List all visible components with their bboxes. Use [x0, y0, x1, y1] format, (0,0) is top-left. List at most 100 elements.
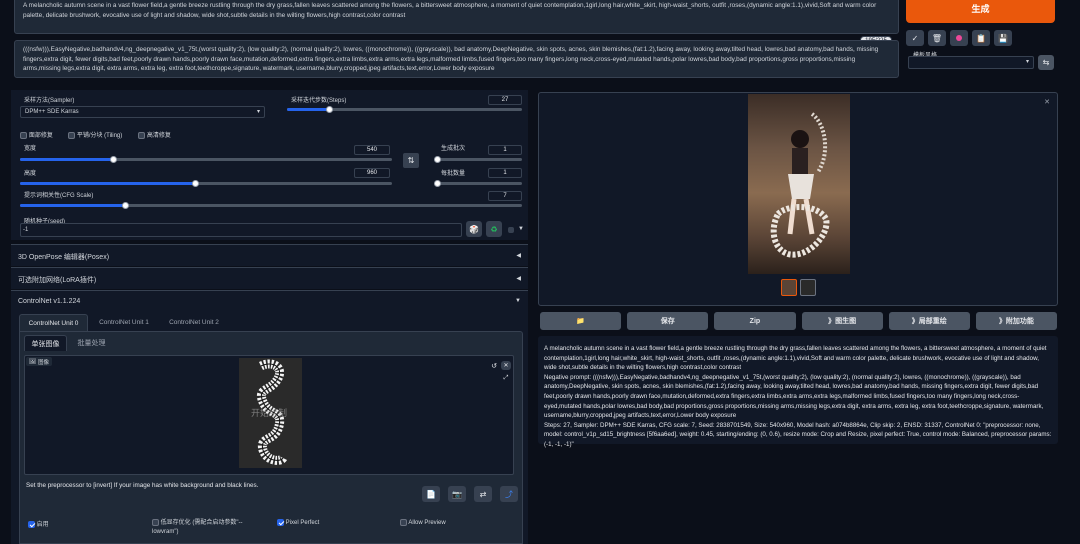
- pink-dot-icon[interactable]: [950, 30, 968, 46]
- face-restore-checkbox[interactable]: 面部修复: [20, 130, 53, 139]
- tab-controlnet-unit-1[interactable]: ControlNet Unit 1: [92, 314, 156, 331]
- tiling-label: 平铺/分块 (Tiling): [76, 133, 123, 139]
- close-icon[interactable]: ✕: [1042, 97, 1052, 107]
- tab-label: ControlNet Unit 1: [99, 319, 149, 326]
- close-icon[interactable]: ✕: [501, 361, 511, 370]
- controlnet-section[interactable]: ControlNet v1.1.224 ▼: [11, 290, 528, 312]
- tab-controlnet-unit-0[interactable]: ControlNet Unit 0: [19, 314, 88, 331]
- cn-tool-buttons: 📄 📷 ⇄ ⤴: [422, 486, 518, 502]
- seed-input[interactable]: -1: [20, 223, 462, 237]
- tab-batch[interactable]: 批量处理: [70, 335, 113, 351]
- cfg-label: 提示词相关性(CFG Scale): [24, 193, 94, 199]
- cfg-input[interactable]: 7: [488, 191, 522, 201]
- figure-drawing: [770, 112, 830, 258]
- generate-label: 生成: [971, 4, 990, 14]
- lora-title: 可选附加网络(LoRA插件): [18, 277, 97, 284]
- negative-prompt-text: (((nsfw))),EasyNegative,badhandv4,ng_dee…: [23, 46, 879, 73]
- style-select[interactable]: ▾: [908, 56, 1034, 69]
- width-slider[interactable]: [20, 156, 392, 163]
- clipboard-icon[interactable]: 📋: [972, 30, 990, 46]
- save-button[interactable]: 保存: [627, 312, 709, 330]
- lowvram-checkbox[interactable]: 低显存优化 (需配合启动参数"--lowvram"): [152, 519, 262, 537]
- image-icon: 🖼: [29, 358, 36, 365]
- steps-label: 采样迭代步数(Steps): [291, 98, 347, 104]
- width-input[interactable]: 540: [354, 145, 390, 155]
- pixel-perfect-checkbox[interactable]: Pixel Perfect: [277, 519, 319, 526]
- batch-count-input[interactable]: 1: [488, 145, 522, 155]
- sampler-value: DPM++ SDE Karras: [25, 109, 79, 115]
- enable-checkbox[interactable]: 启用: [28, 519, 49, 528]
- chevron-down-icon: ▾: [256, 109, 260, 115]
- steps-input[interactable]: 27: [488, 95, 522, 105]
- triangle-down-icon[interactable]: ▼: [518, 226, 524, 232]
- enable-label: 启用: [36, 522, 49, 528]
- send-icon[interactable]: ⤴: [500, 486, 518, 502]
- inpaint-label: 》局部重绘: [911, 318, 947, 325]
- camera-icon[interactable]: 📷: [448, 486, 466, 502]
- height-input[interactable]: 960: [354, 168, 390, 178]
- image-label-chip: 🖼 图像: [26, 357, 52, 366]
- tab-controlnet-unit-2[interactable]: ControlNet Unit 2: [162, 314, 226, 331]
- send-to-inpaint-button[interactable]: 》局部重绘: [888, 312, 970, 330]
- generated-image[interactable]: [748, 94, 850, 274]
- extras-label: 》附加功能: [998, 318, 1034, 325]
- undo-icon[interactable]: ↺: [489, 361, 499, 370]
- document-icon[interactable]: 📄: [422, 486, 440, 502]
- pixel-perfect-label: Pixel Perfect: [285, 520, 320, 527]
- trash-icon[interactable]: 🗑: [928, 30, 946, 46]
- allow-preview-checkbox[interactable]: Allow Preview: [400, 519, 446, 526]
- lowvram-label: 低显存优化 (需配合启动参数"--lowvram"): [152, 520, 243, 536]
- swap-icon[interactable]: ⇄: [474, 486, 492, 502]
- save-icon[interactable]: 💾: [994, 30, 1012, 46]
- watermark-text: 开始绘制: [251, 408, 288, 418]
- tab-label: 批量处理: [77, 340, 106, 347]
- zip-button[interactable]: Zip: [714, 312, 796, 330]
- info-negative: Negative prompt: (((nsfw))),EasyNegative…: [544, 373, 1044, 420]
- folder-icon: 📁: [576, 318, 585, 325]
- openpose-section[interactable]: 3D OpenPose 编辑器(Posex) ◀: [11, 244, 528, 266]
- allow-preview-label: Allow Preview: [408, 520, 446, 527]
- batch-size-slider[interactable]: [434, 180, 522, 187]
- prompt-textarea[interactable]: A melancholic autumn scene in a vast flo…: [14, 0, 899, 34]
- prompt-tools: ✓ 🗑 📋 💾: [906, 30, 1012, 46]
- steps-slider[interactable]: [287, 106, 522, 113]
- dice-icon[interactable]: 🎲: [466, 221, 482, 237]
- height-label: 高度: [24, 171, 37, 177]
- width-label: 宽度: [24, 146, 37, 152]
- cfg-slider[interactable]: [20, 202, 522, 209]
- sampler-select[interactable]: DPM++ SDE Karras ▾: [20, 106, 265, 118]
- apply-style-icon[interactable]: ⇆: [1038, 55, 1054, 70]
- batch-count-slider[interactable]: [434, 156, 522, 163]
- generation-info: A melancholic autumn scene in a vast flo…: [538, 336, 1058, 448]
- recycle-icon[interactable]: ♻: [486, 221, 502, 237]
- send-to-img2img-button[interactable]: 》图生图: [801, 312, 883, 330]
- hires-checkbox[interactable]: 高清修复: [138, 130, 171, 139]
- triangle-left-icon: ◀: [516, 253, 521, 259]
- generate-button[interactable]: 生成: [906, 0, 1055, 23]
- openpose-title: 3D OpenPose 编辑器(Posex): [18, 254, 110, 261]
- batch-size-input[interactable]: 1: [488, 168, 522, 178]
- image-label: 图像: [37, 359, 49, 366]
- open-folder-button[interactable]: 📁: [540, 312, 622, 330]
- check-icon[interactable]: ✓: [906, 30, 924, 46]
- control-image: 开始绘制: [239, 358, 302, 468]
- lora-section[interactable]: 可选附加网络(LoRA插件) ◀: [11, 267, 528, 289]
- thumbnail-2[interactable]: [800, 279, 816, 296]
- controlnet-title: ControlNet v1.1.224: [18, 298, 81, 305]
- brush-icon[interactable]: ⤢: [501, 374, 511, 383]
- swap-dimensions-button[interactable]: ⇅: [403, 153, 419, 168]
- preprocessor-hint: Set the preprocessor to [invert] If your…: [26, 482, 259, 489]
- extra-seed-checkbox[interactable]: [508, 227, 514, 233]
- prompt-text: A melancholic autumn scene in a vast flo…: [23, 2, 877, 19]
- tiling-checkbox[interactable]: 平铺/分块 (Tiling): [68, 130, 122, 139]
- seed-value: -1: [23, 227, 29, 233]
- negative-prompt-textarea[interactable]: (((nsfw))),EasyNegative,badhandv4,ng_dee…: [14, 40, 899, 78]
- thumbnail-1[interactable]: [781, 279, 797, 296]
- height-slider[interactable]: [20, 180, 392, 187]
- save-label: 保存: [660, 318, 675, 325]
- info-prompt: A melancholic autumn scene in a vast flo…: [544, 345, 1047, 372]
- face-restore-label: 面部修复: [28, 133, 53, 139]
- tab-single-image[interactable]: 单张图像: [24, 335, 67, 351]
- send-to-extras-button[interactable]: 》附加功能: [975, 312, 1058, 330]
- batch-count-label: 生成批次: [441, 146, 466, 152]
